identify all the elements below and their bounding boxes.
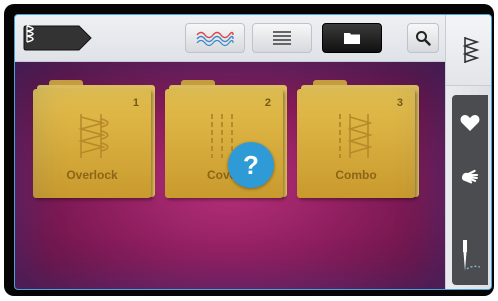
- list-icon: [273, 31, 291, 45]
- mode-tag-button[interactable]: [23, 25, 93, 51]
- folder-overlock[interactable]: 1 Overlock: [33, 80, 155, 198]
- sidebar-panel: [452, 95, 488, 285]
- stitch-menu-button[interactable]: [446, 15, 491, 86]
- folder-label: Combo: [335, 168, 377, 182]
- folder-combo[interactable]: 3 Combo: [297, 80, 419, 198]
- folder-number: 3: [396, 97, 403, 109]
- wave-stitch-icon: [196, 31, 234, 47]
- hand-icon: [462, 169, 479, 184]
- screen: 1 Overlock 2 Cover 3 Combo ?: [14, 14, 492, 290]
- sidebar-item-needle[interactable]: [452, 237, 488, 277]
- stitch-menu-icon: [462, 37, 480, 63]
- heart-icon: [460, 115, 480, 131]
- folder-grid: 1 Overlock 2 Cover 3 Combo ?: [15, 62, 445, 289]
- tab-folder-view[interactable]: [322, 23, 382, 53]
- tab-list-view[interactable]: [252, 23, 312, 53]
- help-button[interactable]: ?: [228, 142, 274, 188]
- folder-icon: [344, 33, 360, 44]
- needle-icon: [463, 240, 481, 271]
- device-frame: 1 Overlock 2 Cover 3 Combo ?: [4, 4, 494, 296]
- sidebar-item-personal[interactable]: [452, 157, 488, 197]
- search-button[interactable]: [407, 23, 439, 53]
- folder-cover[interactable]: 2 Cover: [165, 80, 287, 198]
- folder-number: 1: [132, 97, 139, 109]
- sidebar-item-favorites[interactable]: [452, 103, 488, 143]
- overlock-stitch-icon: [77, 114, 109, 158]
- right-sidebar: [445, 15, 491, 289]
- top-bar: [15, 15, 445, 62]
- tab-stitches-view[interactable]: [185, 23, 245, 53]
- help-label: ?: [243, 149, 259, 180]
- stitch-category-icon: [26, 25, 34, 43]
- folder-label: Overlock: [66, 168, 118, 182]
- combo-stitch-icon: [339, 114, 373, 158]
- search-icon: [416, 31, 431, 46]
- folder-number: 2: [264, 97, 271, 109]
